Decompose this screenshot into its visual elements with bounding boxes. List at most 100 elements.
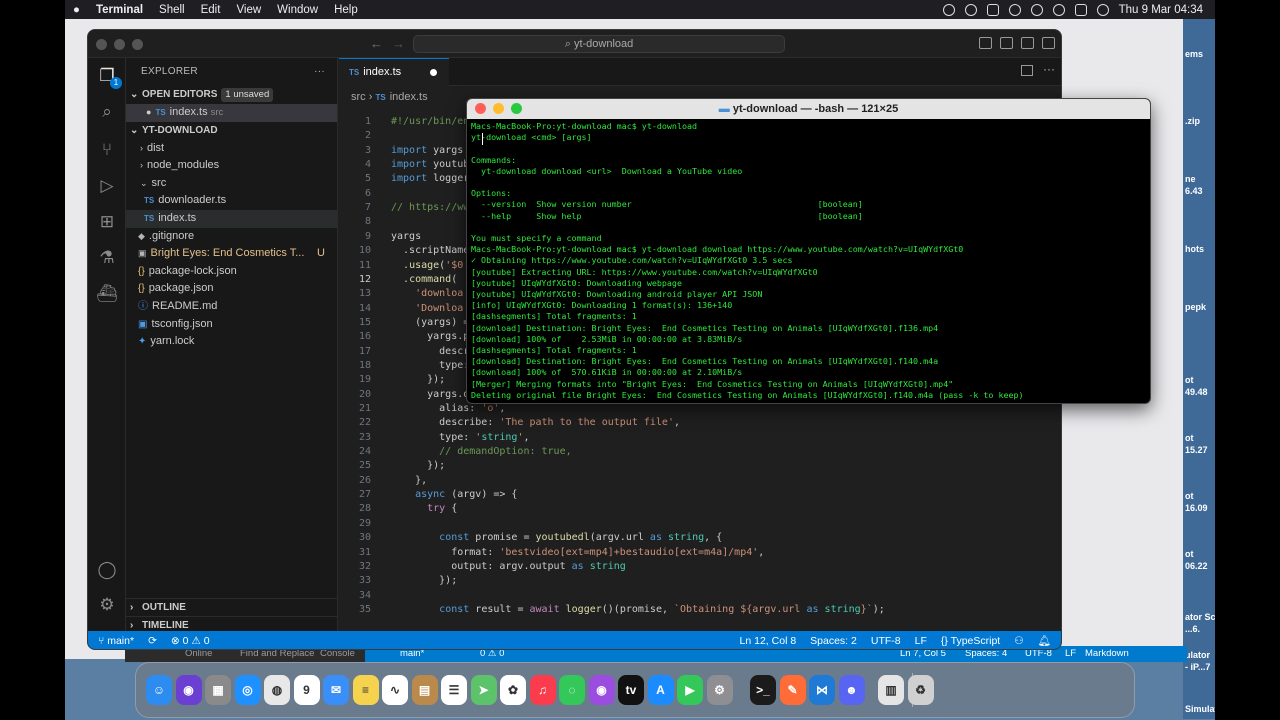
maps-icon[interactable]: ➤: [470, 675, 497, 705]
menu-app-name[interactable]: Terminal: [88, 4, 151, 16]
indentation[interactable]: Spaces: 2: [810, 631, 857, 649]
desktop-file-label[interactable]: ulator: [1185, 650, 1210, 660]
split-editor-icon[interactable]: [1021, 65, 1033, 76]
testing-icon[interactable]: ⚗: [95, 246, 119, 270]
mail-icon[interactable]: ✉: [323, 675, 349, 705]
line-ending[interactable]: LF: [915, 631, 927, 649]
tree-item-tsconfig[interactable]: ▣ tsconfig.json: [126, 316, 337, 334]
facetime-icon[interactable]: ▶: [677, 675, 703, 705]
play-icon[interactable]: [964, 3, 977, 16]
chrome-icon[interactable]: ◍: [264, 675, 290, 705]
docker-icon[interactable]: ⛴: [95, 282, 119, 306]
breadcrumb-folder[interactable]: src: [351, 91, 366, 103]
bg-language[interactable]: Markdown: [1085, 646, 1129, 662]
siri-menu-icon[interactable]: [1096, 3, 1109, 16]
control-center-icon[interactable]: [1074, 3, 1087, 16]
menu-help[interactable]: Help: [326, 4, 366, 16]
tree-item-src[interactable]: ⌄ src: [126, 175, 337, 193]
desktop-file-label[interactable]: pepk: [1185, 302, 1206, 312]
back-arrow-icon[interactable]: ←: [370, 36, 383, 51]
copilot-icon[interactable]: ⚇: [1014, 631, 1023, 649]
project-section[interactable]: ⌄ YT-DOWNLOAD: [126, 122, 337, 140]
tree-item-index[interactable]: TS index.ts: [126, 209, 337, 228]
menu-edit[interactable]: Edit: [193, 4, 229, 16]
podcasts-icon[interactable]: ◉: [588, 675, 615, 705]
cursor-position[interactable]: Ln 12, Col 8: [740, 631, 797, 649]
settings-gear-icon[interactable]: ⚙: [95, 593, 119, 617]
battery-icon[interactable]: [986, 3, 999, 16]
desktop-file-label[interactable]: ot: [1185, 549, 1194, 559]
siri-icon[interactable]: ◉: [175, 675, 202, 705]
extensions-icon[interactable]: ⊞: [95, 210, 119, 234]
desktop-file-label[interactable]: - iP...7: [1185, 662, 1210, 672]
desktop-file-label[interactable]: ...6.: [1185, 624, 1200, 634]
apple-icon[interactable]: ●: [65, 4, 88, 16]
safari-icon[interactable]: ◎: [234, 675, 261, 705]
freeform-icon[interactable]: ∿: [382, 675, 408, 705]
search-icon[interactable]: ⌕: [95, 100, 119, 124]
notifications-icon[interactable]: 🔔︎: [1038, 631, 1051, 649]
tree-item-node-modules[interactable]: › node_modules: [126, 157, 337, 175]
messages-icon[interactable]: ◌: [559, 675, 585, 705]
desktop-file-label[interactable]: .zip: [1185, 116, 1200, 126]
desktop-file-label[interactable]: Simulator: [1185, 704, 1215, 714]
zoom-button[interactable]: [132, 39, 143, 50]
photos-icon[interactable]: ✿: [500, 675, 526, 705]
desktop-file-label[interactable]: 6.43: [1185, 186, 1203, 196]
command-center[interactable]: ⌕ yt-download: [413, 35, 785, 53]
desktop-file-label[interactable]: ot: [1185, 433, 1194, 443]
reminders-icon[interactable]: ☰: [441, 675, 467, 705]
zoom-button[interactable]: [511, 103, 522, 114]
encoding[interactable]: UTF-8: [871, 631, 901, 649]
terminal-output[interactable]: Macs-MacBook-Pro:yt-download mac$ yt-dow…: [467, 119, 1150, 403]
customize-layout-icon[interactable]: [1042, 37, 1055, 49]
menu-view[interactable]: View: [228, 4, 269, 16]
clock[interactable]: Thu 9 Mar 04:34: [1119, 4, 1203, 16]
toggle-panel-icon[interactable]: [1000, 37, 1013, 49]
unsaved-dot-icon[interactable]: [430, 69, 437, 76]
toggle-secondary-sidebar-icon[interactable]: [1021, 37, 1034, 49]
desktop-file-label[interactable]: 49.48: [1185, 387, 1208, 397]
menu-shell[interactable]: Shell: [151, 4, 193, 16]
desktop-file-label[interactable]: ot: [1185, 375, 1194, 385]
music-icon[interactable]: ♫: [529, 675, 556, 705]
tree-item-package[interactable]: {} package.json: [126, 280, 337, 298]
branch-indicator[interactable]: ⑂ main*: [98, 631, 134, 649]
open-editor-item[interactable]: ● TS index.ts src: [126, 104, 337, 122]
open-editors-section[interactable]: ⌄ OPEN EDITORS 1 unsaved: [126, 86, 337, 104]
postman-icon[interactable]: ✎: [779, 675, 806, 705]
run-debug-icon[interactable]: ▷: [95, 174, 119, 198]
launchpad-icon[interactable]: ▦: [205, 675, 231, 705]
tab-index-ts[interactable]: TS index.ts: [339, 58, 449, 86]
more-actions-icon[interactable]: ···: [1043, 62, 1055, 76]
user-icon[interactable]: [1030, 3, 1043, 16]
tree-item-yarn-lock[interactable]: ✦ yarn.lock: [126, 333, 337, 351]
minimize-button[interactable]: [114, 39, 125, 50]
finder-icon[interactable]: ☺: [146, 675, 172, 705]
close-button[interactable]: [96, 39, 107, 50]
archive-icon[interactable]: ▤: [411, 675, 438, 705]
outline-section[interactable]: › OUTLINE: [126, 598, 338, 616]
settings-icon[interactable]: ⚙: [706, 675, 733, 705]
discord-icon[interactable]: ☻: [838, 675, 865, 705]
desktop-file-label[interactable]: ne: [1185, 174, 1196, 184]
tree-item-gitignore[interactable]: ◆ .gitignore: [126, 228, 337, 246]
bg-eol[interactable]: LF: [1065, 646, 1076, 662]
desktop-file-label[interactable]: 16.09: [1185, 503, 1208, 513]
record-icon[interactable]: [942, 3, 955, 16]
trash-icon[interactable]: ♻: [907, 675, 934, 705]
sync-icon[interactable]: ⟳: [148, 631, 157, 649]
tree-item-downloader[interactable]: TS downloader.ts: [126, 192, 337, 210]
documents-icon[interactable]: ▥: [878, 675, 904, 705]
source-control-icon[interactable]: ⑂: [95, 138, 119, 162]
notes-icon[interactable]: ≡: [352, 675, 379, 705]
forward-arrow-icon[interactable]: →: [392, 36, 405, 51]
vscode-icon[interactable]: ⋈: [809, 675, 835, 705]
toggle-sidebar-icon[interactable]: [979, 37, 992, 49]
desktop-file-label[interactable]: ot: [1185, 491, 1194, 501]
tree-item-package-lock[interactable]: {} package-lock.json: [126, 263, 337, 281]
terminal-window[interactable]: ▬ yt-download — -bash — 121×25 Macs-MacB…: [466, 98, 1151, 404]
terminal-icon[interactable]: >_: [750, 675, 776, 705]
tree-item-readme[interactable]: ⓘ README.md: [126, 298, 337, 316]
desktop-file-label[interactable]: ator Scr: [1185, 612, 1215, 622]
